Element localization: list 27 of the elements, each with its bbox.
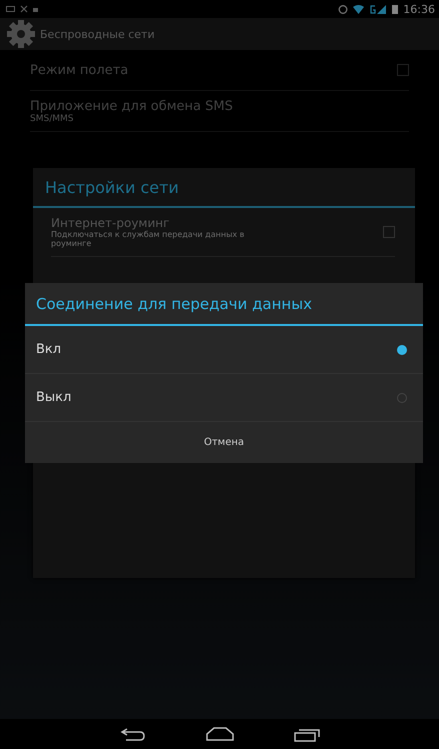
item-summary: SMS/MMS [30,114,74,124]
alarm-icon [338,4,348,14]
option-label: Вкл [36,342,62,357]
battery-icon [392,4,398,14]
home-icon[interactable] [206,727,234,741]
wifi-icon [353,4,364,14]
item-summary: Подключаться к службам передачи данных в роуминге [51,230,246,248]
dialog-title: Соединение для передачи данных [25,283,423,326]
item-title: Режим полета [30,62,128,78]
clock-time: 16:36 [403,2,435,16]
radio-button[interactable] [397,344,407,354]
signal-icon [369,4,388,14]
item-title: Приложение для обмена SMS [30,98,233,114]
screen-icon [6,6,15,12]
radio-option[interactable]: Выкл [25,374,423,422]
option-label: Выкл [36,390,72,405]
checkbox[interactable] [383,226,395,238]
screen-title: Беспроводные сети [40,28,155,40]
item-title: Интернет-роуминг [51,216,170,230]
lock-icon [33,6,38,12]
dialog-title: Настройки сети [33,168,415,208]
radio-option[interactable]: Вкл [25,326,423,374]
checkbox[interactable] [397,64,409,76]
cancel-button[interactable]: Отмена [25,422,423,463]
back-icon[interactable] [120,727,146,741]
settings-item[interactable]: Интернет-роуминг Подключаться к службам передачи данных в роуминге [51,208,395,257]
radio-button[interactable] [397,392,407,402]
